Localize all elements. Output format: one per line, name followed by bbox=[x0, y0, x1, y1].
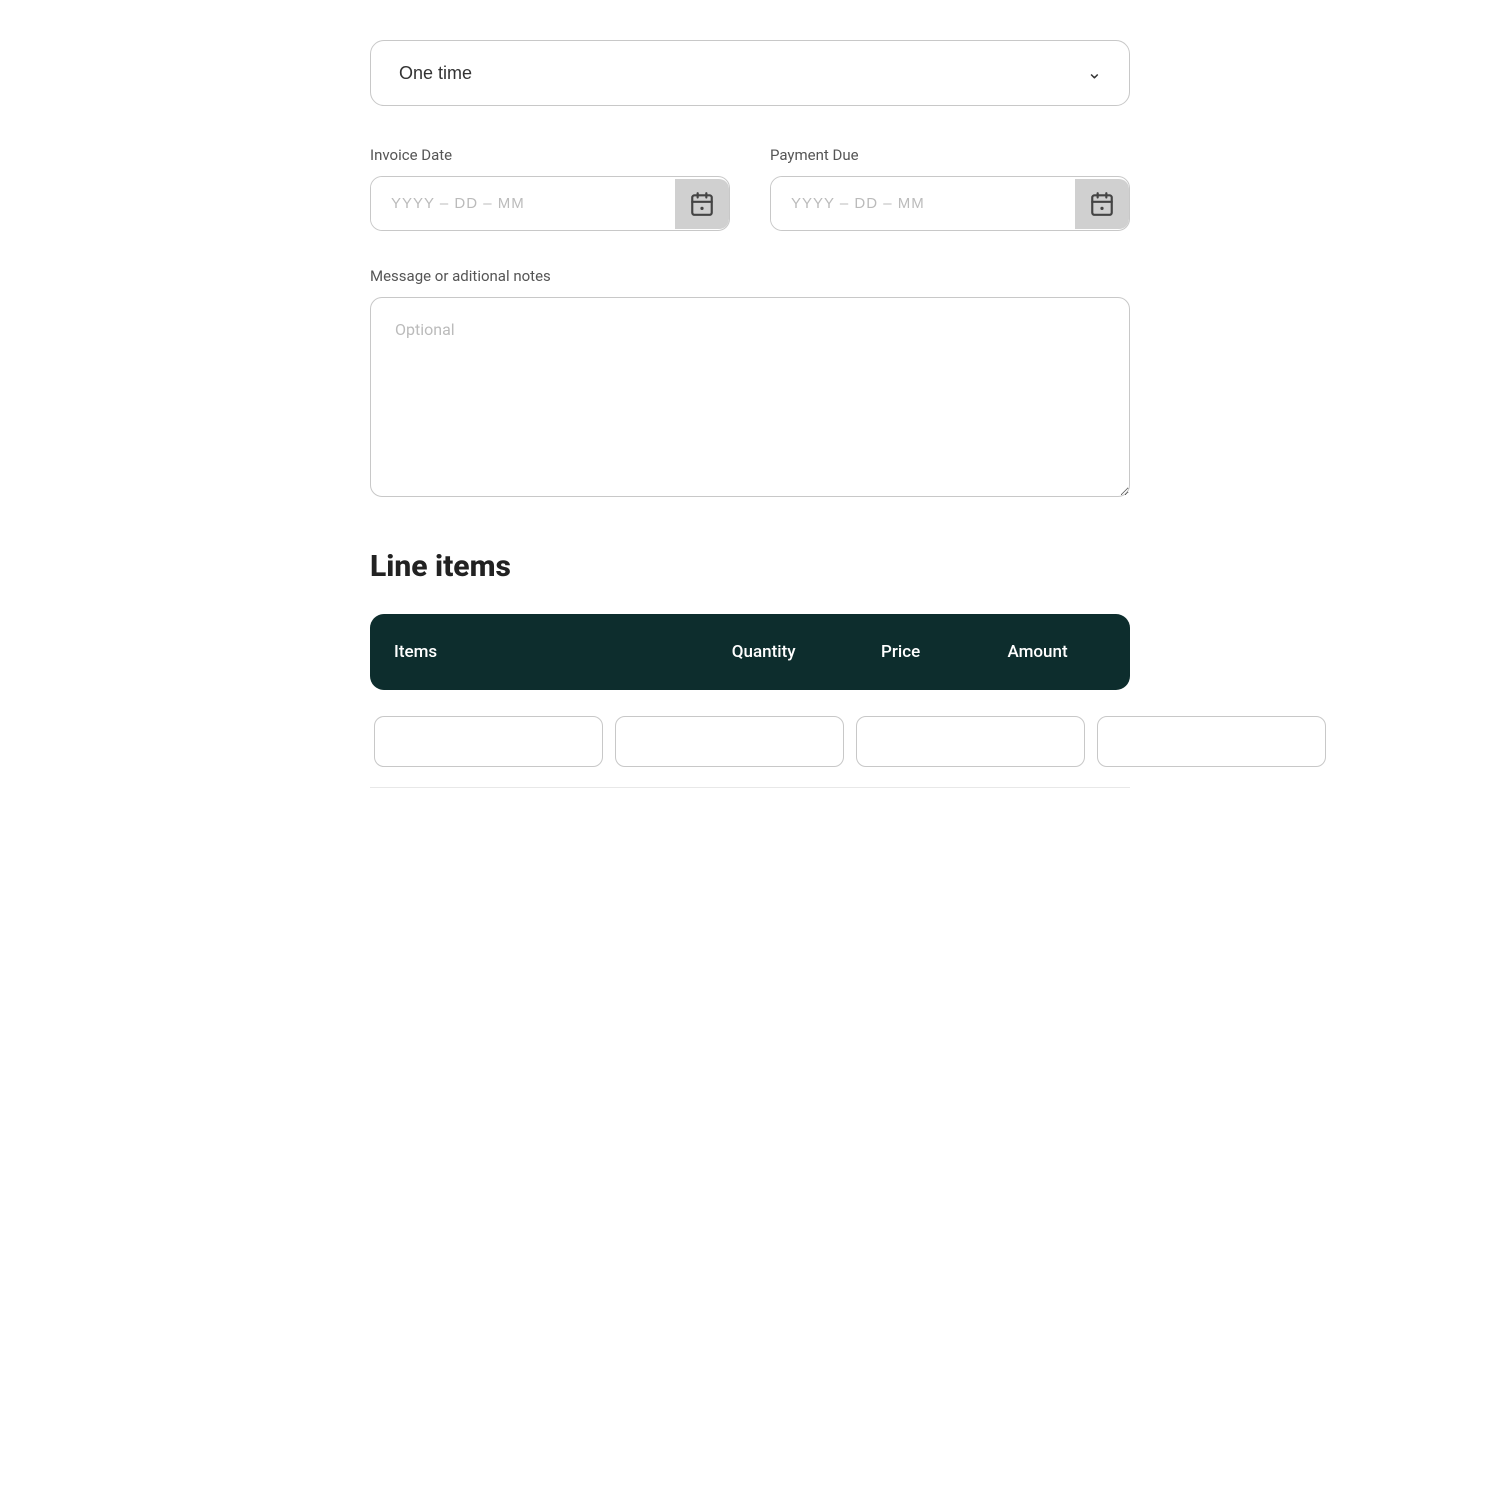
row-items-input[interactable] bbox=[374, 716, 603, 767]
row-amount-input[interactable] bbox=[1097, 716, 1326, 767]
notes-textarea[interactable] bbox=[370, 297, 1130, 497]
header-items: Items bbox=[394, 642, 695, 662]
header-price: Price bbox=[832, 642, 969, 662]
line-items-section: Line items Items Quantity Price Amount bbox=[370, 549, 1130, 788]
invoice-date-label: Invoice Date bbox=[370, 146, 730, 164]
notes-section: Message or aditional notes bbox=[370, 267, 1130, 501]
payment-due-field: Payment Due bbox=[770, 146, 1130, 231]
row-quantity-input[interactable] bbox=[615, 716, 844, 767]
form-container: One time Weekly Monthly Yearly ⌄ Invoice… bbox=[370, 40, 1130, 1460]
payment-due-input-wrapper bbox=[770, 176, 1130, 231]
row-price-input[interactable] bbox=[856, 716, 1085, 767]
calendar-icon bbox=[689, 191, 715, 217]
payment-due-calendar-button[interactable] bbox=[1075, 179, 1129, 229]
invoice-date-input-wrapper bbox=[370, 176, 730, 231]
payment-due-label: Payment Due bbox=[770, 146, 1130, 164]
invoice-date-field: Invoice Date bbox=[370, 146, 730, 231]
invoice-date-calendar-button[interactable] bbox=[675, 179, 729, 229]
line-items-table-header: Items Quantity Price Amount bbox=[370, 614, 1130, 690]
dates-row: Invoice Date Payment Due bbox=[370, 146, 1130, 231]
line-items-title: Line items bbox=[370, 549, 1130, 584]
invoice-date-input[interactable] bbox=[371, 177, 675, 230]
notes-label: Message or aditional notes bbox=[370, 267, 1130, 285]
payment-due-input[interactable] bbox=[771, 177, 1075, 230]
frequency-field: One time Weekly Monthly Yearly ⌄ bbox=[370, 40, 1130, 106]
header-amount: Amount bbox=[969, 642, 1106, 662]
calendar-icon bbox=[1089, 191, 1115, 217]
header-quantity: Quantity bbox=[695, 642, 832, 662]
frequency-select[interactable]: One time Weekly Monthly Yearly bbox=[370, 40, 1130, 106]
table-row bbox=[370, 706, 1130, 788]
